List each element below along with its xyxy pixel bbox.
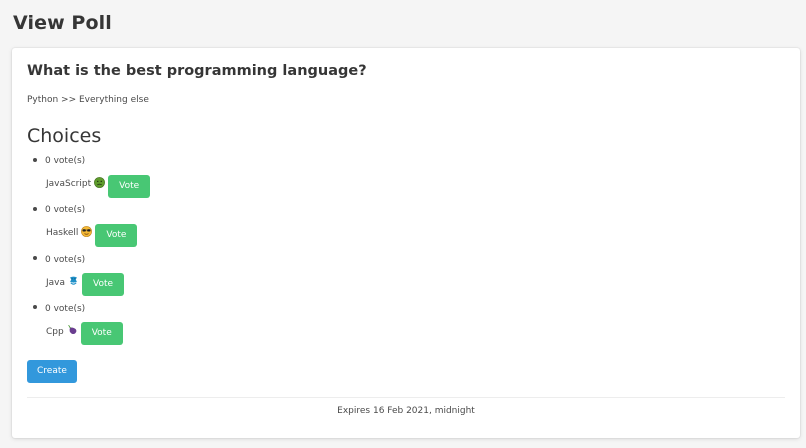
expiry-text: Expires 16 Feb 2021, midnight — [337, 406, 475, 416]
choice-row: Cpp Vote — [46, 320, 123, 346]
bullet-icon — [33, 206, 37, 211]
bullet-icon — [33, 305, 37, 310]
choice-row: JavaScript Vote — [46, 172, 151, 198]
vote-count-row: 0 vote(s) — [27, 255, 85, 269]
choice-row: Haskell Vote — [46, 221, 138, 247]
choice-label: Haskell — [46, 228, 79, 239]
poll-question: What is the best programming language? — [27, 63, 367, 79]
choice-label: JavaScript — [46, 179, 92, 189]
vote-count: 0 vote(s) — [45, 303, 86, 314]
coffee-bean-icon — [69, 276, 78, 285]
vote-count: 0 vote(s) — [45, 254, 86, 265]
vote-button[interactable]: Vote — [95, 223, 138, 247]
choices-heading: Choices — [27, 125, 102, 147]
choice-row: Java Vote — [46, 271, 125, 297]
choice-label: Cpp — [46, 326, 64, 337]
vote-button[interactable]: Vote — [80, 322, 123, 346]
choice-label: Java — [46, 277, 66, 288]
vote-count-row: 0 vote(s) — [27, 304, 85, 318]
bullet-icon — [33, 157, 37, 162]
poll-card: What is the best programming language? P… — [12, 48, 800, 438]
sunglasses-face-icon — [81, 225, 93, 237]
create-button[interactable]: Create — [27, 360, 77, 383]
poll-description: Python >> Everything else — [27, 95, 149, 105]
page-title: View Poll — [13, 12, 112, 34]
card-divider — [27, 397, 785, 398]
vote-button[interactable]: Vote — [82, 273, 125, 297]
vote-count: 0 vote(s) — [45, 156, 86, 166]
eggplant-icon — [67, 325, 77, 335]
vote-count: 0 vote(s) — [45, 205, 86, 216]
bullet-icon — [33, 256, 37, 261]
vote-count-row: 0 vote(s) — [27, 156, 85, 170]
vote-count-row: 0 vote(s) — [27, 205, 85, 219]
vote-button[interactable]: Vote — [108, 174, 151, 198]
nauseated-face-icon — [94, 176, 106, 188]
